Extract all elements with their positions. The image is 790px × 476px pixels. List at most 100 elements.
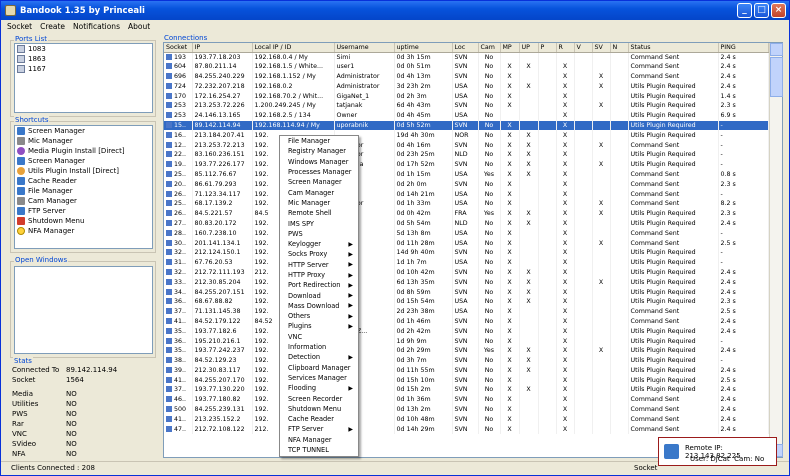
context-menu-item[interactable]: Mass Download ▶ [280,301,358,311]
open-windows-list[interactable] [14,266,153,354]
context-menu-item[interactable]: Shutdown Menu [280,404,358,414]
connection-row[interactable]: 37.. 71.131.145.38 192. 2d 23h 38m USA No X X Co… [164,306,769,317]
column-header[interactable]: MP [500,43,520,53]
column-header[interactable]: R [556,43,575,53]
connection-row[interactable]: 12..213.253.72.213192.nistrator0d 4h 16m… [164,140,769,150]
connection-row[interactable]: 16.. 213.184.207.41 192. 19d 4h 30m NOR No X X X… [164,130,769,141]
scroll-thumb[interactable] [770,57,783,97]
context-menu-item[interactable]: Mic Manager [280,198,358,208]
connection-row[interactable]: 36.. 195.210.216.1 192. 1d 9h 9m SVN No X X Util… [164,336,769,346]
connection-row[interactable]: 27.. 80.83.20.172 192. 0d 5h 54m NLD No X X X Uti… [164,218,769,229]
title-bar[interactable]: Bandook 1.35 by Princeali _ □ × [1,1,789,20]
connection-row[interactable]: 31..67.76.20.53192.r Meat1d 1h 7mUSANoXX… [164,257,769,268]
connection-row[interactable]: 28.. 160.7.238.10 192. 5d 13h 8m USA No X X Comm… [164,228,769,239]
menu-create[interactable]: Create [40,22,65,31]
connection-row[interactable]: 33..212.30.85.204192.k6d 13h 35mSVNNoXXX… [164,277,769,288]
context-menu-item[interactable]: HTTP Server ▶ [280,260,358,270]
context-menu-item[interactable]: Port Redirection ▶ [280,280,358,290]
connections-grid[interactable]: Socket IP Local IP / ID Username uptime Loc Ca… [163,42,783,458]
column-header[interactable]: UP [519,43,539,53]
connection-row[interactable]: 32.. 212.124.150.1 192. 14d 9h 40m SVN No X X Ut… [164,247,769,258]
connections-scrollbar[interactable] [769,43,783,457]
port-item[interactable]: 1863 [15,54,152,64]
connection-row[interactable]: 604 87.80.211.14 192.168.1.5 / White... use… [164,61,769,72]
context-menu-item[interactable]: Plugins ▶ [280,321,358,331]
connection-row[interactable]: 25.. 85.112.76.67 192. 0d 1h 15m USA Yes X X X Co… [164,169,769,180]
column-header[interactable]: SV [592,43,611,53]
column-header[interactable]: Loc [452,43,479,53]
connection-row[interactable]: 32.. 212.72.111.193 212. 0d 10h 42m SVN No X X X… [164,267,769,278]
connection-row[interactable]: 500 84.255.239.131 192. 0d 13h 2m SVN No X X Com… [164,404,769,415]
column-header[interactable]: Socket [164,43,193,53]
connection-row[interactable]: 253 24.146.13.165 192.168.2.5 / 134 Owner 0d… [164,110,769,121]
context-menu-item[interactable]: FTP Server ▶ [280,424,358,434]
connection-row[interactable]: 35.. 193.77.242.237 192. 0d 2h 29m SVN Yes X X X… [164,345,769,356]
context-menu-item[interactable]: Services Manager [280,373,358,383]
context-menu-item[interactable]: Processes Manager [280,167,358,177]
maximize-button[interactable]: □ [754,3,769,18]
connection-row[interactable]: 46..193.77.180.82192.k0d 1h 36mSVNNoXXCo… [164,394,769,405]
context-menu-item[interactable]: Remote Shell [280,208,358,218]
port-item[interactable]: 1083 [15,44,152,54]
context-menu-item[interactable]: Download ▶ [280,290,358,300]
connection-row[interactable]: 41..213.235.152.2192.bnik0d 10h 48mSVNNo… [164,414,769,425]
connection-row[interactable]: 47.. 212.72.108.122 212. 0d 14h 29m SVN No X X C… [164,424,769,435]
connection-row[interactable]: 15.. 89.142.114.94 192.168.114.94 / My upor… [164,120,769,131]
port-item[interactable]: 1167 [15,64,152,74]
shortcut-item[interactable]: Mic Manager [15,136,152,146]
connection-row[interactable]: 39..212.30.83.117192.ek0d 11h 55mSVNNoXX… [164,365,769,376]
connection-row[interactable]: 35..193.77.182.6192.OR VOZ...0d 2h 42mSV… [164,326,769,337]
connection-row[interactable]: 38.. 84.52.129.23 192. 0d 3h 7m SVN No X X X Util… [164,355,769,366]
connection-row[interactable]: 724 72.232.207.218 192.168.0.2 Administrato… [164,81,769,92]
scroll-up-button[interactable] [770,43,783,56]
context-menu-item[interactable]: IMS SPY [280,218,358,228]
context-menu-item[interactable]: PWS [280,229,358,239]
shortcut-item[interactable]: NFA Manager [15,226,152,236]
column-header[interactable]: IP [192,43,253,53]
context-menu-item[interactable]: Keylogger ▶ [280,239,358,249]
shortcut-item[interactable]: Screen Manager [15,126,152,136]
context-menu-item[interactable]: NFA Manager [280,435,358,445]
context-menu-item[interactable]: Cam Manager [280,187,358,197]
connection-row[interactable]: 19..193.77.226.177192.on Bozja0d 17h 52m… [164,159,769,170]
context-menu-item[interactable]: Registry Manager [280,146,358,156]
column-header[interactable]: PING [718,43,769,53]
connection-row[interactable]: 41.. 84.255.207.170 192. 0d 15h 10m SVN No X X U… [164,375,769,386]
connection-row[interactable]: 37..193.77.130.220192.rtinsek0d 15h 2mSV… [164,385,769,395]
context-menu-item[interactable]: File Manager [280,136,358,146]
shortcut-item[interactable]: Cache Reader [15,176,152,186]
connection-row[interactable]: 26.. 84.5.221.57 84.5 0d 0h 42m FRA Yes X X X X Ut… [164,208,769,219]
context-menu-item[interactable]: VNC [280,332,358,342]
connection-row[interactable]: 34.. 84.255.207.151 192. 0d 8h 59m SVN No X X X U… [164,287,769,297]
context-menu-item[interactable]: Screen Recorder [280,393,358,403]
shortcut-item[interactable]: Screen Manager [15,156,152,166]
connection-row[interactable]: 20.. 86.61.79.293 192. 0d 2h 0m SVN No X X Comma… [164,179,769,190]
column-header[interactable]: Status [628,43,719,53]
connection-row[interactable]: 193 193.77.18.203 192.168.0.4 / My Simi 0d 3… [164,52,769,62]
shortcut-item[interactable]: Cam Manager [15,196,152,206]
shortcut-item[interactable]: File Manager [15,186,152,196]
connection-row[interactable]: 253 213.253.72.226 1.200.249.245 / My tatja… [164,100,769,111]
shortcuts-list[interactable]: Screen Manager Mic Manager Media Plugin In… [14,125,153,249]
minimize-button[interactable]: _ [737,3,752,18]
menu-socket[interactable]: Socket [7,22,32,31]
connection-row[interactable]: 696 84.255.240.229 192.168.1.152 / My Admin… [164,71,769,82]
connection-row[interactable]: 26.. 71.123.34.117 192. 0d 14h 21m USA No X X Co… [164,189,769,199]
context-menu-item[interactable]: Socks Proxy ▶ [280,249,358,259]
shortcut-item[interactable]: Media Plugin Install [Direct] [15,146,152,156]
connection-row[interactable]: 30.. 201.141.134.1 192. 0d 11h 28m USA No X X X C… [164,238,769,248]
column-header[interactable]: N [610,43,629,53]
column-header[interactable]: V [574,43,593,53]
connection-row[interactable]: 22..83.160.236.151192.nistrator0d 23h 25… [164,149,769,160]
context-menu-item[interactable]: Screen Manager [280,177,358,187]
context-menu-item[interactable]: Others ▶ [280,311,358,321]
context-menu-item[interactable]: TCP TUNNEL [280,445,358,455]
context-menu-item[interactable]: Cache Reader [280,414,358,424]
column-header[interactable]: uptime [394,43,453,53]
context-menu-item[interactable]: Windows Manager [280,157,358,167]
ports-list[interactable]: 1083 1863 1167 [14,43,153,113]
column-header[interactable]: Cam [478,43,501,53]
column-header[interactable]: Local IP / ID [252,43,335,53]
context-menu-item[interactable]: Flooding ▶ [280,383,358,393]
menu-notifications[interactable]: Notifications [73,22,120,31]
